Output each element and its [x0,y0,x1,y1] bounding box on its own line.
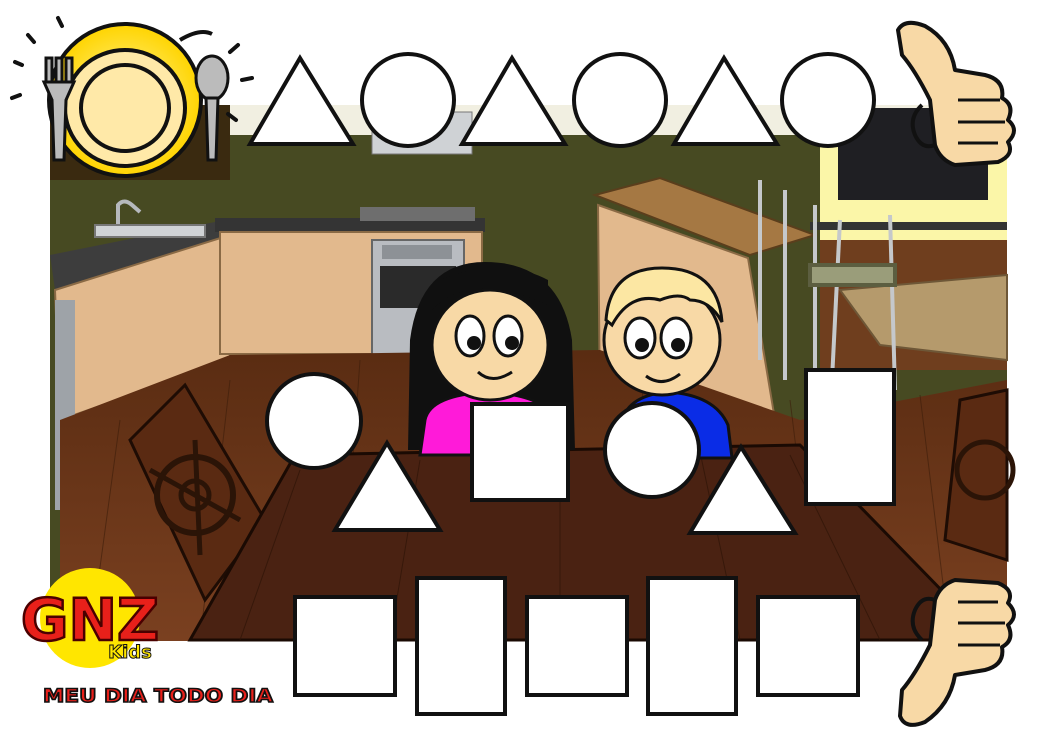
bottom-slot-3-square[interactable] [525,595,629,697]
plate-fork-spoon-icon [10,16,254,178]
top-slot-6-circle[interactable] [780,52,876,148]
table-slot-1-circle[interactable] [265,372,363,470]
top-slot-3-triangle[interactable] [458,54,569,146]
bottom-slot-2-tall-rectangle[interactable] [415,576,507,716]
cooktop [360,207,475,221]
sink [94,224,206,238]
top-slot-2-circle[interactable] [360,52,456,148]
logo-subtext: Kids [108,642,152,663]
bottom-shape-row [293,576,860,716]
bottom-slot-5-square[interactable] [756,595,860,697]
bottom-slot-4-tall-rectangle[interactable] [646,576,738,716]
table-slot-4-circle[interactable] [603,401,701,499]
top-slot-1-triangle[interactable] [246,54,357,146]
top-slot-4-circle[interactable] [572,52,668,148]
bottom-slot-1-square[interactable] [293,595,397,697]
tagline: MEU DIA TODO DIA [43,685,273,707]
table-slot-6-tall-rectangle[interactable] [804,368,896,506]
table-slot-3-square[interactable] [470,402,570,502]
game-stage: GNZ Kids MEU DIA TODO DIA [10,16,1016,727]
top-slot-5-triangle[interactable] [670,54,781,146]
